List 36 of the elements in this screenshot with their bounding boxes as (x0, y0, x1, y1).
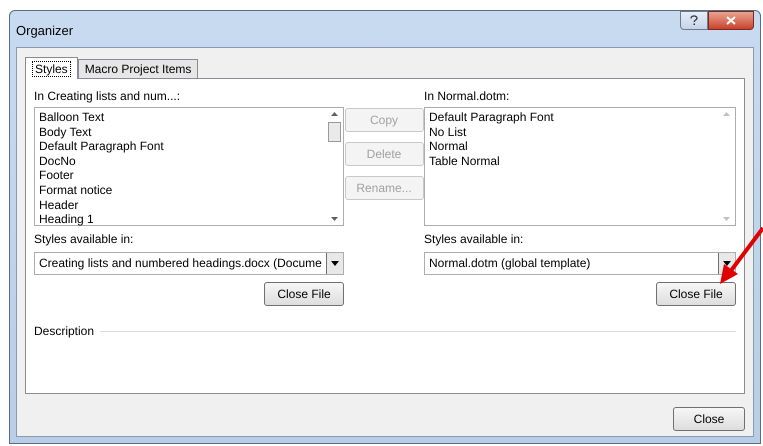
tab[interactable]: Macro Project Items (78, 59, 198, 78)
scroll-down-icon[interactable] (331, 217, 338, 221)
list-label: In Normal.dotm: (424, 88, 510, 105)
section-label: Description (34, 323, 94, 340)
close-dialog-button[interactable]: Close (673, 407, 745, 431)
dropdown[interactable]: Creating lists and numbered headings.docx (Docume (34, 252, 344, 275)
close-file-button[interactable]: Close File (656, 282, 736, 306)
dropdown-label: Styles available in: (34, 231, 134, 248)
tab[interactable]: Styles (25, 57, 78, 79)
scroll-thumb[interactable] (328, 122, 341, 142)
help-button[interactable] (680, 11, 708, 30)
list-item[interactable]: Format notice (39, 182, 326, 198)
scroll-up-icon[interactable] (331, 112, 338, 116)
list-label: In Creating lists and num...: (34, 88, 182, 105)
style-list[interactable]: Default Paragraph Font No List Normal Table Normal (424, 107, 736, 226)
list-item[interactable]: Heading 1 (39, 212, 326, 227)
list-item[interactable]: Header (39, 198, 326, 212)
window-title: Organizer (16, 22, 74, 40)
style-list[interactable]: Balloon Text Body Text Default Paragraph Font DocNo Footer Format notice Header Heading 1 (34, 107, 344, 226)
list-item[interactable]: Footer (39, 168, 326, 183)
list-item[interactable]: Table Normal (429, 154, 718, 168)
list-item[interactable]: Default Paragraph Font (429, 110, 718, 125)
dropdown[interactable]: Normal.dotm (global template) (424, 252, 736, 275)
list-item[interactable]: Default Paragraph Font (39, 139, 326, 154)
list-item[interactable]: No List (429, 124, 718, 140)
close-file-button[interactable]: Close File (264, 282, 344, 306)
help-icon (690, 15, 698, 26)
list-item[interactable]: DocNo (39, 154, 326, 168)
close-icon (726, 16, 736, 25)
close-button[interactable] (708, 11, 754, 30)
list-item[interactable]: Body Text (39, 124, 326, 140)
list-item[interactable]: Balloon Text (39, 110, 326, 125)
dropdown-label: Styles available in: (424, 231, 524, 248)
caret-icon (723, 261, 731, 266)
list-item[interactable]: Normal (429, 139, 718, 154)
caret-icon (331, 261, 339, 266)
